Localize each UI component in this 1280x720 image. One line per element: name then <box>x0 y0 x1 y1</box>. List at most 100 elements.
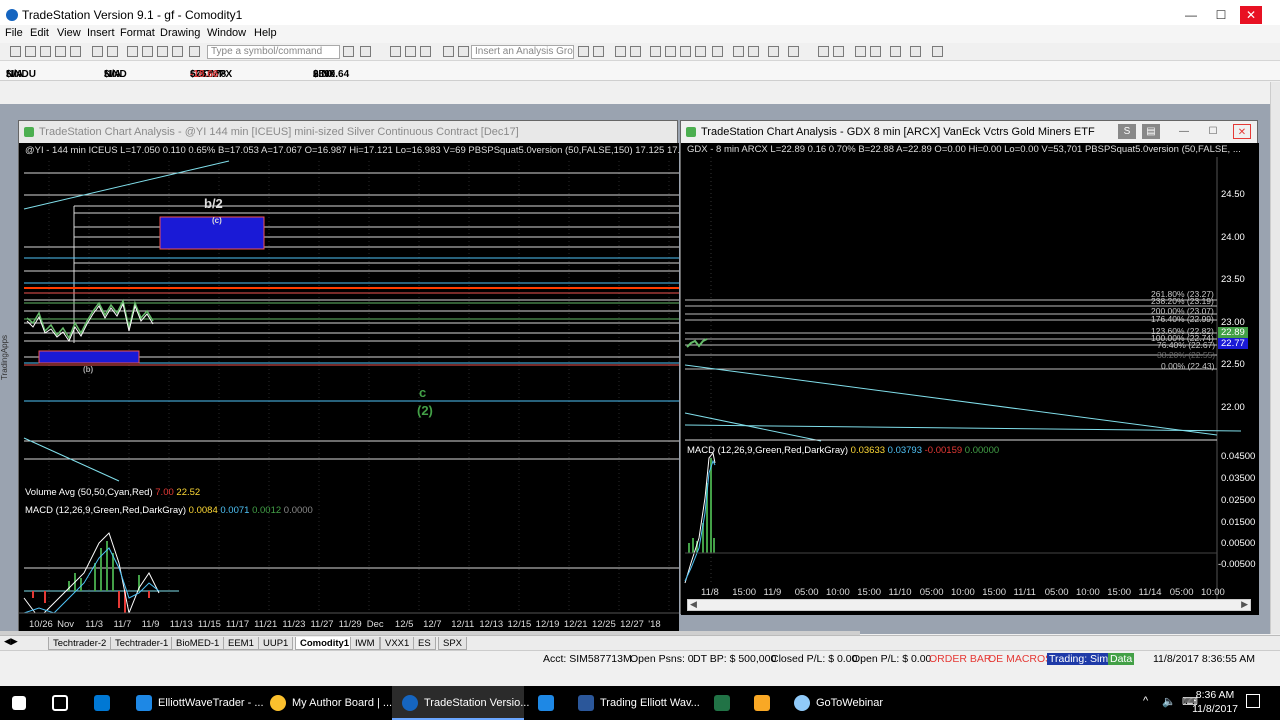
ohlc-icon[interactable] <box>695 46 706 57</box>
chart2-hscrollbar[interactable]: ◀ ▶ <box>687 599 1251 611</box>
zoom-in-icon[interactable] <box>818 46 829 57</box>
print-icon[interactable] <box>92 46 103 57</box>
analysis-group-select[interactable]: Insert an Analysis Gro <box>471 45 574 59</box>
chart-minimize-button[interactable]: — <box>1175 124 1193 139</box>
extra-icon[interactable] <box>932 46 943 57</box>
chart-format-icon[interactable]: S <box>1118 124 1136 139</box>
chart2-plot[interactable] <box>681 143 1259 615</box>
tray-chevron-icon[interactable]: ^ <box>1143 695 1148 707</box>
drawing-icon[interactable] <box>870 46 881 57</box>
new-icon[interactable] <box>10 46 21 57</box>
tab-es[interactable]: ES <box>413 637 436 650</box>
menu-edit[interactable]: Edit <box>30 27 49 39</box>
tab-biomed-1[interactable]: BioMED-1 <box>171 637 225 650</box>
candle-icon[interactable] <box>680 46 691 57</box>
symbol-lookup-icon[interactable] <box>360 46 371 57</box>
list-icon[interactable] <box>405 46 416 57</box>
tab-scroll-icon[interactable]: ◀▶ <box>4 636 18 647</box>
settings-icon[interactable] <box>910 46 921 57</box>
outlook-button[interactable] <box>82 686 122 720</box>
sync-icon[interactable] <box>630 46 641 57</box>
file-explorer-button[interactable] <box>744 686 780 720</box>
style-icon[interactable] <box>788 46 799 57</box>
chart-window-gdx[interactable]: TradeStation Chart Analysis - GDX 8 min … <box>680 120 1259 615</box>
refresh-icon[interactable] <box>615 46 626 57</box>
tab-spx[interactable]: SPX <box>438 637 468 650</box>
table-icon[interactable] <box>420 46 431 57</box>
save-icon[interactable] <box>40 46 51 57</box>
tab-comodity1[interactable]: Comodity1 <box>295 637 355 650</box>
scroll-left-icon[interactable]: ◀ <box>690 599 697 610</box>
bars-icon[interactable] <box>665 46 676 57</box>
tab-uup1[interactable]: UUP1 <box>258 637 294 650</box>
minimize-button[interactable]: — <box>1180 6 1202 24</box>
copy-icon[interactable] <box>142 46 153 57</box>
chart1-titlebar[interactable]: TradeStation Chart Analysis - @YI 144 mi… <box>19 121 677 143</box>
chart-window-silver[interactable]: TradeStation Chart Analysis - @YI 144 mi… <box>18 120 696 633</box>
cut-icon[interactable] <box>127 46 138 57</box>
maximize-button[interactable]: ☐ <box>1210 6 1232 24</box>
chart-close-button[interactable]: ✕ <box>1233 124 1251 139</box>
lock-icon[interactable] <box>172 46 183 57</box>
excel-button[interactable] <box>704 686 740 720</box>
zoom-out-icon[interactable] <box>833 46 844 57</box>
tab-techtrader-1[interactable]: Techtrader-1 <box>110 637 174 650</box>
analysis-icon[interactable] <box>578 46 589 57</box>
crosshair-icon[interactable] <box>733 46 744 57</box>
expand-icon[interactable] <box>458 46 469 57</box>
chart-menu-icon[interactable]: ▤ <box>1142 124 1160 139</box>
workspace-vscrollbar[interactable] <box>1270 82 1280 634</box>
menu-window[interactable]: Window <box>207 27 246 39</box>
color-icon[interactable] <box>768 46 779 57</box>
taskbar-clock[interactable]: 8:36 AM 11/8/2017 <box>1192 688 1238 716</box>
menu-insert[interactable]: Insert <box>87 27 115 39</box>
tab-techtrader-2[interactable]: Techtrader-2 <box>48 637 112 650</box>
order-bar-button[interactable]: ORDER BAR <box>929 653 991 665</box>
date-tick: 11/14 <box>1138 587 1162 598</box>
trading-apps-side-tab[interactable]: TradingApps <box>0 300 9 380</box>
taskbar-item-tradestation[interactable]: TradeStation Versio... <box>392 686 529 720</box>
notifications-icon[interactable] <box>1246 694 1260 708</box>
taskbar-item-gotowebinar[interactable]: GoToWebinar <box>784 686 904 720</box>
open-icon[interactable] <box>25 46 36 57</box>
scroll-right-icon[interactable]: ▶ <box>1241 599 1248 610</box>
chart-maximize-button[interactable]: ☐ <box>1204 124 1222 139</box>
edge-button[interactable] <box>528 686 564 720</box>
grid-icon[interactable] <box>390 46 401 57</box>
tools-icon[interactable] <box>890 46 901 57</box>
taskbar-item-word[interactable]: Trading Elliott Wav... <box>568 686 700 720</box>
menu-drawing[interactable]: Drawing <box>160 27 200 39</box>
scale-icon[interactable] <box>443 46 454 57</box>
menu-format[interactable]: Format <box>120 27 155 39</box>
task-view-button[interactable] <box>44 686 76 720</box>
symbol-input[interactable]: Type a symbol/command <box>207 45 340 59</box>
taskbar-item-author-board[interactable]: My Author Board | ... <box>260 686 392 720</box>
trading-mode-badge[interactable]: Trading: Sim <box>1047 653 1111 665</box>
zoom-bars-icon[interactable] <box>748 46 759 57</box>
go-arrow-icon[interactable] <box>343 46 354 57</box>
page-icon[interactable] <box>70 46 81 57</box>
tab-iwm[interactable]: IWM <box>350 637 380 650</box>
chart1-header: @YI - 144 min ICEUS L=17.050 0.110 0.65%… <box>25 145 696 156</box>
chart2-titlebar[interactable]: TradeStation Chart Analysis - GDX 8 min … <box>681 121 1257 143</box>
menu-file[interactable]: File <box>5 27 23 39</box>
tab-eem1[interactable]: EEM1 <box>223 637 259 650</box>
start-button[interactable] <box>0 686 40 720</box>
close-button[interactable]: ✕ <box>1240 6 1262 24</box>
menu-view[interactable]: View <box>57 27 81 39</box>
link-icon[interactable] <box>189 46 200 57</box>
paste-icon[interactable] <box>157 46 168 57</box>
tab-vxx1[interactable]: VXX1 <box>380 637 415 650</box>
workspace-icon[interactable] <box>55 46 66 57</box>
strategy-icon[interactable] <box>593 46 604 57</box>
volume-icon[interactable] <box>712 46 723 57</box>
print-preview-icon[interactable] <box>107 46 118 57</box>
taskbar-item-ewt[interactable]: ElliottWaveTrader - ... <box>126 686 264 720</box>
pointer-icon[interactable] <box>855 46 866 57</box>
oe-macros-button[interactable]: OE MACROS <box>988 653 1052 665</box>
data-status-badge[interactable]: Data <box>1108 653 1135 665</box>
menu-help[interactable]: Help <box>254 27 277 39</box>
chart1-plot[interactable] <box>19 143 679 633</box>
window-icon[interactable] <box>650 46 661 57</box>
volume-icon[interactable]: 🔈 <box>1162 695 1176 708</box>
